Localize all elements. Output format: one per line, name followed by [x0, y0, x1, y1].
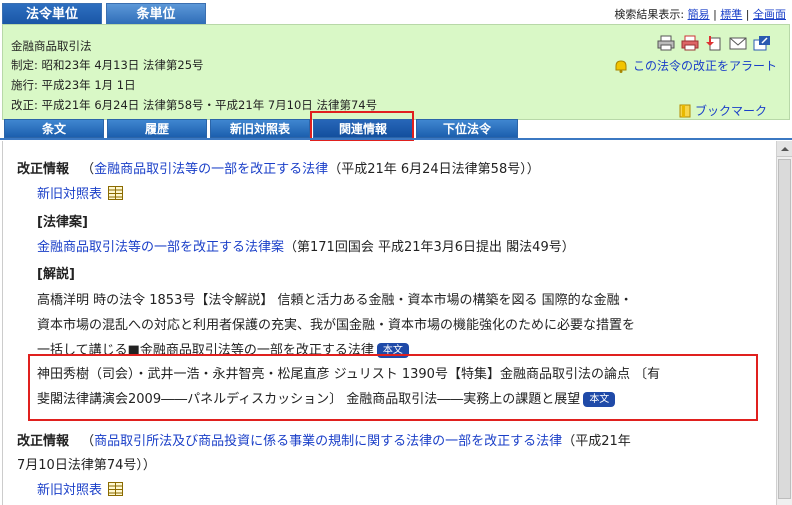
commentary-1-line-2: 資本市場の混乱への対応と利用者保護の充実、我が国金融・資本市場の機能強化のために… [37, 318, 636, 333]
revision-open-2: （ [81, 434, 95, 449]
related-info-content: 改正情報 （金融商品取引法等の一部を改正する法律（平成21年 6月24日法律第5… [2, 141, 776, 505]
table-icon[interactable] [108, 482, 124, 496]
alert-link[interactable]: この法令の改正をアラート [613, 57, 777, 74]
tab-comparison-table[interactable]: 新旧対照表 [210, 119, 310, 138]
revision-item-1: 改正情報 （金融商品取引法等の一部を改正する法律（平成21年 6月24日法律第5… [17, 158, 540, 177]
scroll-thumb[interactable] [778, 159, 791, 499]
bill-row: 金融商品取引法等の一部を改正する法律案（第171回国会 平成21年3月6日提出 … [37, 236, 575, 255]
display-sep-2: | [745, 8, 750, 21]
comparison-table-link-2[interactable]: 新旧対照表 [37, 483, 102, 498]
revision-close-1: （平成21年 6月24日法律第58号）） [328, 162, 540, 177]
display-mode-selector: 検索結果表示: 簡易 | 標準 | 全画面 [614, 6, 786, 22]
revision-open-1: （ [81, 162, 95, 177]
revision-item-2: 改正情報 （商品取引所法及び商品投資に係る事業の規制に関する法律の一部を改正する… [17, 430, 631, 449]
download-icon[interactable] [705, 35, 723, 51]
comparison-table-link-1[interactable]: 新旧対照表 [37, 187, 102, 202]
comparison-row-1: 新旧対照表 [37, 183, 124, 202]
tab-article-unit[interactable]: 条単位 [106, 3, 206, 24]
vertical-scrollbar[interactable] [776, 141, 792, 505]
tab-articles[interactable]: 条文 [4, 119, 104, 138]
revision-close-2: （平成21年 [562, 434, 631, 449]
scroll-up-button[interactable] [777, 141, 792, 157]
law-enacted: 制定: 昭和23年 4月13日 法律第25号 [11, 58, 204, 72]
display-sep-1: | [713, 8, 717, 21]
print-all-icon[interactable] [681, 35, 699, 51]
bookmark-label: ブックマーク [694, 104, 767, 118]
tab-history[interactable]: 履歴 [107, 119, 207, 138]
print-icon[interactable] [657, 35, 675, 51]
bell-icon [615, 59, 627, 73]
revision-label-1: 改正情報 [17, 162, 70, 177]
bookmark-link[interactable]: ブックマーク [678, 102, 767, 119]
law-info-panel: 金融商品取引法 制定: 昭和23年 4月13日 法律第25号 施行: 平成23年… [2, 24, 790, 120]
new-window-icon[interactable] [753, 35, 771, 51]
commentary-header: [解説] [37, 267, 75, 282]
display-full-link[interactable]: 全画面 [753, 8, 786, 21]
alert-label: この法令の改正をアラート [632, 59, 777, 73]
comparison-row-2: 新旧対照表 [37, 479, 124, 498]
bill-link[interactable]: 金融商品取引法等の一部を改正する法律案 [37, 240, 284, 255]
commentary-highlight [28, 354, 758, 421]
display-mode-label: 検索結果表示: [614, 8, 685, 21]
mail-icon[interactable] [729, 35, 747, 51]
tab-divider [0, 138, 792, 140]
tab-law-unit[interactable]: 法令単位 [2, 3, 102, 24]
commentary-1-line-1: 高橋洋明 時の法令 1853号【法令解説】 信頼と活力ある金融・資本市場の構築を… [37, 293, 633, 308]
law-name: 金融商品取引法 [11, 39, 92, 53]
tab-subordinate-laws[interactable]: 下位法令 [416, 119, 518, 138]
display-simple-link[interactable]: 簡易 [688, 8, 710, 21]
display-standard-link[interactable]: 標準 [720, 8, 742, 21]
top-tab-bar: 法令単位 条単位 検索結果表示: 簡易 | 標準 | 全画面 [0, 0, 792, 24]
revision-law-link-1[interactable]: 金融商品取引法等の一部を改正する法律 [94, 162, 328, 177]
bill-header: [法律案] [37, 215, 88, 230]
bill-note: （第171回国会 平成21年3月6日提出 閣法49号） [284, 240, 575, 255]
law-enforced: 施行: 平成23年 1月 1日 [11, 78, 136, 92]
chevron-up-icon [781, 147, 789, 151]
revision-law-link-2[interactable]: 商品取引所法及び商品投資に係る事業の規制に関する法律の一部を改正する法律 [94, 434, 562, 449]
tool-icons [657, 35, 771, 51]
revision-label-2: 改正情報 [17, 434, 70, 449]
table-icon[interactable] [108, 186, 124, 200]
revision-2-line-2: 7月10日法律第74号）） [17, 458, 156, 473]
bookmark-icon [679, 104, 691, 117]
